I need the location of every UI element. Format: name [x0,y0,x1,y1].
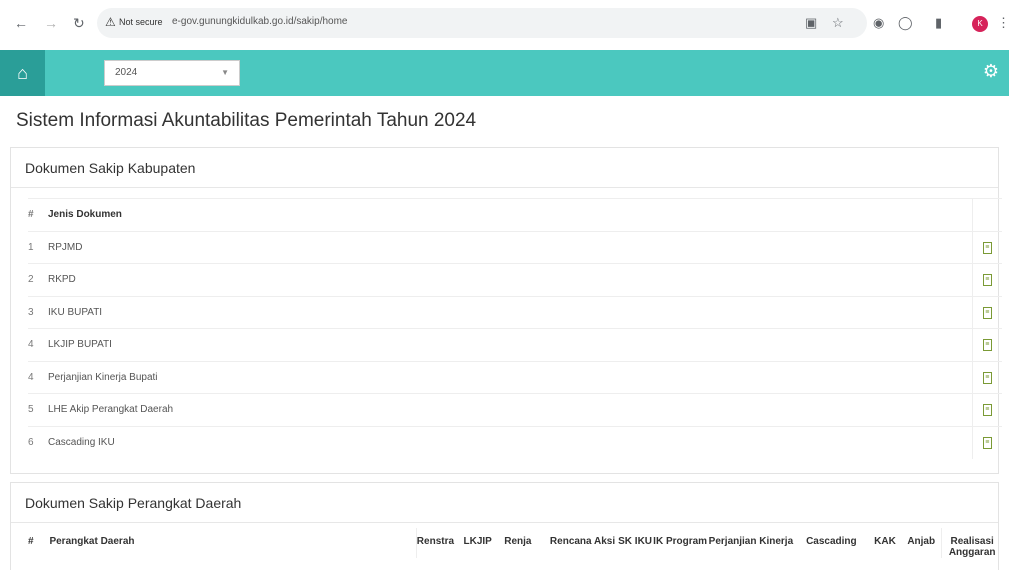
translate-icon[interactable]: ▣ [805,15,817,31]
forward-arrow-icon[interactable]: → [44,15,58,31]
profile-avatar[interactable]: K [972,16,988,32]
row-number: 2 [28,263,48,296]
kabupaten-table: # Jenis Dokumen 1 RPJMD ≡ 2 RKPD ≡ 3 IKU… [28,198,1002,459]
address-bar[interactable]: ⚠ Not secure e-gov.gunungkidulkab.go.id/… [97,8,867,38]
document-name: IKU BUPATI [48,295,972,329]
browser-toolbar: ← → ↻ ⚠ Not secure e-gov.gunungkidulkab.… [0,0,1009,50]
col-ik-program: IK Program [653,536,708,547]
row-number: 5 [28,393,48,426]
table-row: 2 RKPD ≡ [28,263,1002,296]
file-download-icon[interactable]: ≡ [982,404,992,417]
app-header: ⌂ 2024 ▼ ⚙ [0,50,1009,96]
col-number: # [28,536,34,547]
star-icon[interactable]: ☆ [832,15,844,31]
perangkat-table: # Perangkat Daerah Renstra LKJIP Renja R… [28,528,1002,558]
col-renstra: Renstra [415,528,464,558]
file-download-icon[interactable]: ≡ [982,241,992,254]
table-row: 5 LHE Akip Perangkat Daerah ≡ [28,393,1002,426]
file-download-icon[interactable]: ≡ [982,371,992,384]
kabupaten-panel: Dokumen Sakip Kabupaten # Jenis Dokumen … [10,147,1002,474]
file-download-icon[interactable]: ≡ [982,437,992,449]
extension-icon[interactable]: ◉ [873,15,884,31]
col-renja: Renja [504,536,532,547]
col-perangkat-daerah: Perangkat Daerah [49,536,135,547]
col-perjanjian-kinerja: Perjanjian Kinerja [708,536,794,547]
file-download-icon[interactable]: ≡ [982,306,992,319]
file-download-icon[interactable]: ≡ [982,339,992,352]
col-jenis-dokumen: Jenis Dokumen [48,198,972,231]
perangkat-panel: Dokumen Sakip Perangkat Daerah # Perangk… [10,482,1002,570]
kabupaten-heading: Dokumen Sakip Kabupaten [11,148,998,188]
table-row: 4 Perjanjian Kinerja Bupati ≡ [28,360,1002,394]
col-cascading: Cascading [806,536,857,547]
col-lkjip: LKJIP [463,536,492,547]
page-title: Sistem Informasi Akuntabilitas Pemerinta… [16,110,477,131]
sidepanel-icon[interactable]: ▮ [935,15,942,31]
puzzle-icon[interactable]: ◯ [898,15,913,31]
document-name: LKJIP BUPATI [48,328,972,361]
table-row: 1 RPJMD ≡ [28,230,1002,264]
reload-icon[interactable]: ↻ [73,15,85,32]
col-number: # [28,198,48,231]
document-name: LHE Akip Perangkat Daerah [48,393,972,426]
url-text[interactable]: e-gov.gunungkidulkab.go.id/sakip/home [172,16,348,27]
row-number: 4 [28,360,48,394]
table-header-row: # Jenis Dokumen [28,198,1002,231]
row-number: 1 [28,230,48,264]
warning-icon: ⚠ [105,15,116,29]
table-header-row: # Perangkat Daerah Renstra LKJIP Renja R… [28,528,1002,558]
document-name: RPJMD [48,230,972,264]
col-rencana-aksi: Rencana Aksi [549,536,616,547]
row-number: 4 [28,328,48,361]
table-row: 6 Cascading IKU ≡ [28,425,1002,459]
col-action [971,198,1002,231]
document-name: Perjanjian Kinerja Bupati [48,360,972,394]
table-row: 4 LKJIP BUPATI ≡ [28,328,1002,361]
file-download-icon[interactable]: ≡ [982,274,992,287]
row-number: 3 [28,295,48,329]
row-number: 6 [28,425,48,459]
table-row: 3 IKU BUPATI ≡ [28,295,1002,329]
col-anjab: Anjab [907,536,936,547]
col-realisasi-anggaran: Realisasi Anggaran [941,528,1002,558]
col-kak: KAK [874,536,896,547]
year-select-value: 2024 [115,67,138,78]
document-name: Cascading IKU [48,425,972,459]
back-arrow-icon[interactable]: ← [14,15,28,31]
year-select[interactable]: 2024 ▼ [104,60,240,86]
col-sk-iku: SK IKU [618,536,653,547]
home-icon[interactable]: ⌂ [0,50,45,96]
menu-kebab-icon[interactable]: ⋮ [997,15,1009,31]
perangkat-heading: Dokumen Sakip Perangkat Daerah [11,483,998,523]
not-secure-label: Not secure [119,17,163,27]
document-name: RKPD [48,263,972,296]
chevron-down-icon: ▼ [221,68,229,77]
user-settings-icon[interactable]: ⚙ [983,61,999,82]
